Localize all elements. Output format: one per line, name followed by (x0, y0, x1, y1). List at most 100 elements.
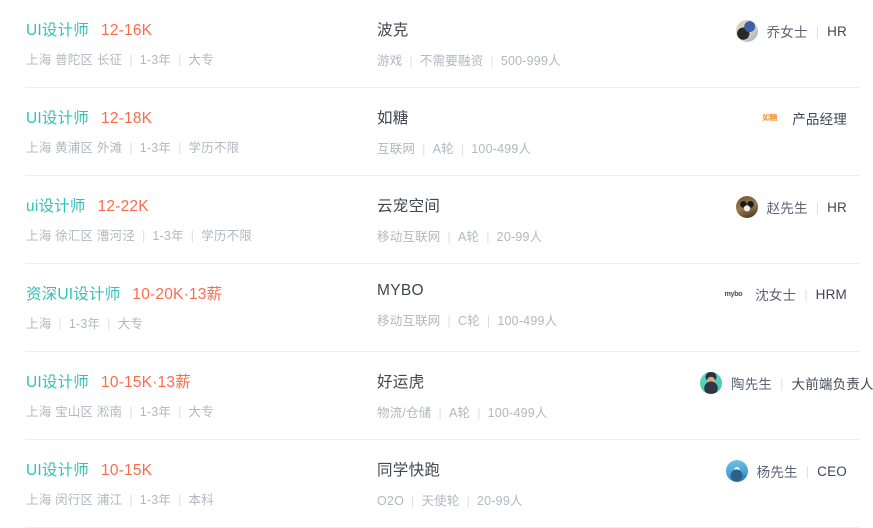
recruiter-cell[interactable]: mybo 沈女士 | HRM (700, 282, 848, 304)
job-position-cell[interactable]: 资深UI设计师 10-20K·13薪 上海 | 1-3年 | 大专 (25, 282, 355, 332)
user-avatar-photo[interactable] (735, 196, 758, 218)
user-avatar-photo[interactable] (725, 460, 748, 482)
job-listing-list: UI设计师 12-16K 上海 普陀区 长征 | 1-3年 | 大专 波克 游戏 | 不需要融资 | 5… (0, 0, 873, 528)
recruiter-role: CEO (817, 463, 847, 479)
recruiter-name[interactable]: 沈女士 (755, 284, 796, 304)
job-salary: 12-22K (97, 198, 149, 215)
company-name[interactable]: 同学快跑 (377, 458, 700, 480)
meta-separator: | (129, 141, 133, 155)
job-position-cell[interactable]: UI设计师 12-18K 上海 黄浦区 外滩 | 1-3年 | 学历不限 (25, 106, 355, 156)
company-size: 20-99人 (496, 230, 543, 244)
recruiter-cell[interactable]: 如糖 产品经理 (700, 106, 848, 128)
job-requirements: 上海 | 1-3年 | 大专 (26, 313, 355, 332)
meta-separator: | (129, 405, 133, 419)
company-logo-mybo: mybo (720, 287, 746, 301)
company-industry: O2O (377, 494, 404, 508)
job-position-cell[interactable]: UI设计师 10-15K 上海 闵行区 浦江 | 1-3年 | 本科 (25, 458, 355, 508)
meta-separator: | (466, 494, 471, 508)
job-education: 学历不限 (188, 141, 240, 155)
company-size: 100-499人 (497, 314, 558, 328)
company-cell[interactable]: 如糖互联网 | A轮 | 100-499人 (355, 106, 700, 157)
job-requirements: 上海 宝山区 淞南 | 1-3年 | 大专 (26, 401, 355, 420)
meta-separator: | (190, 229, 195, 243)
meta-separator: | (486, 230, 490, 244)
job-list-item[interactable]: UI设计师 10-15K·13薪 上海 宝山区 淞南 | 1-3年 | 大专 好运虎 物流/仓储… (0, 352, 873, 440)
recruiter-cell[interactable]: 杨先生 | CEO (700, 458, 848, 482)
company-meta: 移动互联网 | C轮 | 100-499人 (377, 310, 700, 329)
recruiter-name[interactable]: 赵先生 (767, 197, 808, 217)
recruiter-role: HR (827, 23, 847, 39)
job-experience: 1-3年 (139, 405, 172, 419)
job-experience: 1-3年 (139, 493, 172, 507)
recruiter-cell[interactable]: 乔女士 | HR (700, 18, 848, 42)
job-list-item[interactable]: UI设计师 12-18K 上海 黄浦区 外滩 | 1-3年 | 学历不限 如糖 互联网 | A轮 | 1… (0, 88, 873, 176)
recruiter-cell[interactable]: 赵先生 | HR (700, 194, 848, 218)
user-avatar-photo[interactable] (700, 372, 722, 394)
company-cell[interactable]: 同学快跑 O2O | 天使轮 | 20-99人 (355, 458, 700, 509)
job-title[interactable]: UI设计师 (26, 18, 89, 40)
company-size: 100-499人 (487, 406, 548, 420)
meta-separator: | (409, 54, 413, 68)
company-name[interactable]: MYBO (377, 282, 700, 300)
company-name[interactable]: 如糖 (377, 106, 700, 128)
job-title[interactable]: UI设计师 (26, 106, 89, 128)
meta-separator: | (129, 53, 133, 67)
job-title-row: UI设计师 10-15K·13薪 (26, 370, 355, 392)
job-location: 上海 徐汇区 漕河泾 (26, 229, 135, 243)
job-list-item[interactable]: ui设计师 12-22K 上海 徐汇区 漕河泾 | 1-3年 | 学历不限 云宠空间 移动互联网… (0, 176, 873, 264)
job-location: 上海 闵行区 浦江 (26, 493, 123, 507)
company-size: 100-499人 (471, 142, 532, 156)
company-meta: 游戏 | 不需要融资 | 500-999人 (377, 50, 700, 69)
company-meta: 物流/仓储 | A轮 | 100-499人 (377, 402, 700, 421)
meta-separator: | (815, 199, 820, 215)
company-cell[interactable]: 波克 游戏 | 不需要融资 | 500-999人 (355, 18, 700, 69)
meta-separator: | (447, 314, 451, 328)
job-salary: 12-16K (101, 22, 153, 39)
job-experience: 1-3年 (139, 53, 172, 67)
meta-separator: | (107, 317, 111, 331)
company-cell[interactable]: 云宠空间 移动互联网 | A轮 | 20-99人 (355, 194, 700, 245)
job-list-item[interactable]: 资深UI设计师 10-20K·13薪 上海 | 1-3年 | 大专 MYBO 移动互联网 | C轮 |… (0, 264, 873, 352)
job-title[interactable]: ui设计师 (26, 194, 86, 216)
job-title[interactable]: UI设计师 (26, 370, 89, 392)
user-avatar-photo[interactable] (735, 20, 758, 42)
job-list-item[interactable]: UI设计师 10-15K 上海 闵行区 浦江 | 1-3年 | 本科 同学快跑 O2O | 天使轮 |… (0, 440, 873, 528)
job-title-row: ui设计师 12-22K (26, 194, 355, 216)
job-requirements: 上海 徐汇区 漕河泾 | 1-3年 | 学历不限 (26, 225, 355, 244)
company-name[interactable]: 波克 (377, 18, 700, 40)
company-industry: 物流/仓储 (377, 406, 432, 420)
company-cell[interactable]: MYBO 移动互联网 | C轮 | 100-499人 (355, 282, 700, 329)
job-education: 大专 (188, 405, 214, 419)
recruiter-name[interactable]: 杨先生 (757, 461, 798, 481)
recruiter-role: HRM (815, 286, 847, 302)
company-name[interactable]: 云宠空间 (377, 194, 700, 216)
company-size: 500-999人 (500, 54, 561, 68)
company-logo-text: 如糖 (762, 113, 778, 122)
recruiter-role: HR (827, 199, 847, 215)
meta-separator: | (486, 314, 491, 328)
job-list-item[interactable]: UI设计师 12-16K 上海 普陀区 长征 | 1-3年 | 大专 波克 游戏 | 不需要融资 | 5… (0, 0, 873, 88)
job-salary: 10-15K (101, 462, 153, 479)
recruiter-cell[interactable]: 陶先生 | 大前端负责人 (700, 370, 873, 394)
meta-separator: | (411, 494, 415, 508)
recruiter-name[interactable]: 乔女士 (767, 21, 808, 41)
company-funding-stage: C轮 (457, 314, 480, 328)
company-industry: 移动互联网 (377, 230, 441, 244)
job-position-cell[interactable]: UI设计师 12-16K 上海 普陀区 长征 | 1-3年 | 大专 (25, 18, 355, 68)
job-position-cell[interactable]: UI设计师 10-15K·13薪 上海 宝山区 淞南 | 1-3年 | 大专 (25, 370, 355, 420)
job-location: 上海 黄浦区 外滩 (26, 141, 123, 155)
company-funding-stage: 天使轮 (421, 494, 460, 508)
company-funding-stage: A轮 (448, 406, 471, 420)
job-education: 本科 (188, 493, 214, 507)
company-meta: 互联网 | A轮 | 100-499人 (377, 138, 700, 157)
job-requirements: 上海 黄浦区 外滩 | 1-3年 | 学历不限 (26, 137, 355, 156)
company-industry: 互联网 (377, 142, 416, 156)
company-name[interactable]: 好运虎 (377, 370, 700, 392)
company-cell[interactable]: 好运虎物流/仓储 | A轮 | 100-499人 (355, 370, 700, 421)
recruiter-name[interactable]: 陶先生 (731, 373, 772, 393)
job-position-cell[interactable]: ui设计师 12-22K 上海 徐汇区 漕河泾 | 1-3年 | 学历不限 (25, 194, 355, 244)
job-salary: 10-15K·13薪 (101, 374, 191, 391)
job-title[interactable]: UI设计师 (26, 458, 89, 480)
job-salary: 12-18K (101, 110, 153, 127)
job-title[interactable]: 资深UI设计师 (26, 282, 120, 304)
